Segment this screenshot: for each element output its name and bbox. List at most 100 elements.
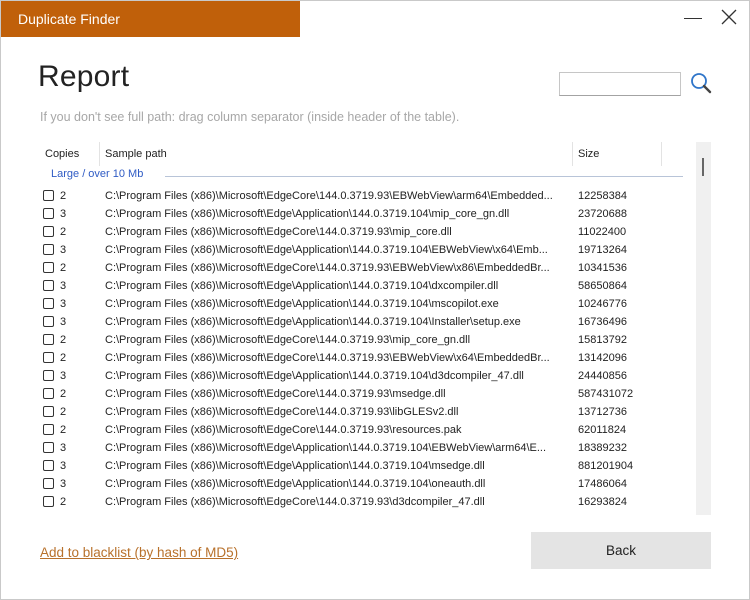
- row-checkbox[interactable]: [43, 208, 54, 219]
- table-row[interactable]: 3 C:\Program Files (x86)\Microsoft\Edge\A…: [40, 439, 700, 457]
- scrollbar-thumb[interactable]: [702, 158, 704, 176]
- row-path: C:\Program Files (x86)\Microsoft\EdgeCor…: [105, 334, 471, 346]
- table-header: Copies Sample path Size: [40, 142, 711, 167]
- page-title: Report: [38, 60, 130, 93]
- row-size: 24440856: [578, 370, 627, 382]
- table-row[interactable]: 3 C:\Program Files (x86)\Microsoft\Edge\A…: [40, 457, 700, 475]
- row-copies: 2: [60, 262, 67, 274]
- row-size: 58650864: [578, 280, 627, 292]
- table-row[interactable]: 3 C:\Program Files (x86)\Microsoft\Edge\A…: [40, 475, 700, 493]
- table-row[interactable]: 2 C:\Program Files (x86)\Microsoft\EdgeCo…: [40, 187, 700, 205]
- row-checkbox[interactable]: [43, 316, 54, 327]
- row-path: C:\Program Files (x86)\Microsoft\EdgeCor…: [105, 352, 550, 364]
- row-path: C:\Program Files (x86)\Microsoft\Edge\Ap…: [105, 244, 548, 256]
- row-path: C:\Program Files (x86)\Microsoft\Edge\Ap…: [105, 280, 499, 292]
- table-row[interactable]: 3 C:\Program Files (x86)\Microsoft\Edge\A…: [40, 277, 700, 295]
- table-row[interactable]: 2 C:\Program Files (x86)\Microsoft\EdgeCo…: [40, 493, 700, 511]
- title-bar: Duplicate Finder: [0, 0, 750, 37]
- table-row[interactable]: 3 C:\Program Files (x86)\Microsoft\Edge\A…: [40, 241, 700, 259]
- row-checkbox[interactable]: [43, 496, 54, 507]
- row-checkbox[interactable]: [43, 190, 54, 201]
- table-row[interactable]: 3 C:\Program Files (x86)\Microsoft\Edge\A…: [40, 367, 700, 385]
- row-size: 16293824: [578, 496, 627, 508]
- row-checkbox[interactable]: [43, 226, 54, 237]
- row-path: C:\Program Files (x86)\Microsoft\Edge\Ap…: [105, 442, 547, 454]
- column-header-copies[interactable]: Copies: [40, 142, 99, 166]
- row-copies: 2: [60, 334, 67, 346]
- table-row[interactable]: 2 C:\Program Files (x86)\Microsoft\EdgeCo…: [40, 259, 700, 277]
- row-copies: 3: [60, 478, 67, 490]
- row-size: 18389232: [578, 442, 627, 454]
- row-path: C:\Program Files (x86)\Microsoft\EdgeCor…: [105, 406, 459, 418]
- row-size: 13142096: [578, 352, 627, 364]
- row-copies: 2: [60, 352, 67, 364]
- row-path: C:\Program Files (x86)\Microsoft\EdgeCor…: [105, 496, 485, 508]
- row-path: C:\Program Files (x86)\Microsoft\Edge\Ap…: [105, 478, 486, 490]
- row-copies: 3: [60, 244, 67, 256]
- row-path: C:\Program Files (x86)\Microsoft\EdgeCor…: [105, 424, 462, 436]
- row-checkbox[interactable]: [43, 244, 54, 255]
- close-icon[interactable]: [720, 8, 742, 30]
- table-row[interactable]: 2 C:\Program Files (x86)\Microsoft\EdgeCo…: [40, 223, 700, 241]
- row-size: 587431072: [578, 388, 634, 400]
- row-size: 11022400: [578, 226, 627, 238]
- row-size: 10341536: [578, 262, 627, 274]
- table-row[interactable]: 3 C:\Program Files (x86)\Microsoft\Edge\A…: [40, 313, 700, 331]
- table-row[interactable]: 2 C:\Program Files (x86)\Microsoft\EdgeCo…: [40, 421, 700, 439]
- group-divider: [165, 176, 683, 177]
- row-copies: 3: [60, 460, 67, 472]
- row-copies: 3: [60, 298, 67, 310]
- row-checkbox[interactable]: [43, 298, 54, 309]
- row-path: C:\Program Files (x86)\Microsoft\EdgeCor…: [105, 226, 452, 238]
- row-checkbox[interactable]: [43, 478, 54, 489]
- row-size: 62011824: [578, 424, 627, 436]
- window-title: Duplicate Finder: [1, 1, 300, 37]
- group-label: Large / over 10 Mb: [51, 168, 144, 180]
- row-path: C:\Program Files (x86)\Microsoft\Edge\Ap…: [105, 460, 485, 472]
- column-header-sample-path[interactable]: Sample path: [99, 142, 572, 166]
- table-row[interactable]: 2 C:\Program Files (x86)\Microsoft\EdgeCo…: [40, 385, 700, 403]
- row-copies: 3: [60, 442, 67, 454]
- column-header-size[interactable]: Size: [572, 142, 662, 166]
- table-row[interactable]: 3 C:\Program Files (x86)\Microsoft\Edge\A…: [40, 205, 700, 223]
- row-size: 23720688: [578, 208, 627, 220]
- row-copies: 2: [60, 406, 67, 418]
- row-copies: 3: [60, 208, 67, 220]
- table-row[interactable]: 2 C:\Program Files (x86)\Microsoft\EdgeCo…: [40, 331, 700, 349]
- row-checkbox[interactable]: [43, 370, 54, 381]
- row-checkbox[interactable]: [43, 262, 54, 273]
- row-size: 17486064: [578, 478, 627, 490]
- table-rows: 2 C:\Program Files (x86)\Microsoft\EdgeCo…: [40, 187, 700, 511]
- table-scrollbar[interactable]: [696, 142, 711, 515]
- row-copies: 2: [60, 388, 67, 400]
- row-checkbox[interactable]: [43, 280, 54, 291]
- back-button[interactable]: Back: [531, 532, 711, 569]
- row-copies: 2: [60, 424, 67, 436]
- row-checkbox[interactable]: [43, 352, 54, 363]
- add-to-blacklist-link[interactable]: Add to blacklist (by hash of MD5): [40, 545, 238, 560]
- row-checkbox[interactable]: [43, 406, 54, 417]
- row-size: 13712736: [578, 406, 627, 418]
- search-icon[interactable]: [689, 71, 713, 95]
- row-checkbox[interactable]: [43, 442, 54, 453]
- table-row[interactable]: 2 C:\Program Files (x86)\Microsoft\EdgeCo…: [40, 403, 700, 421]
- minimize-icon[interactable]: [683, 8, 705, 30]
- row-copies: 2: [60, 496, 67, 508]
- row-size: 12258384: [578, 190, 627, 202]
- row-checkbox[interactable]: [43, 388, 54, 399]
- row-checkbox[interactable]: [43, 460, 54, 471]
- table-row[interactable]: 3 C:\Program Files (x86)\Microsoft\Edge\A…: [40, 295, 700, 313]
- row-size: 16736496: [578, 316, 627, 328]
- report-table: Copies Sample path Size Large / over 10 …: [40, 142, 711, 515]
- row-path: C:\Program Files (x86)\Microsoft\Edge\Ap…: [105, 298, 499, 310]
- row-size: 881201904: [578, 460, 634, 472]
- row-path: C:\Program Files (x86)\Microsoft\EdgeCor…: [105, 262, 550, 274]
- row-path: C:\Program Files (x86)\Microsoft\Edge\Ap…: [105, 370, 524, 382]
- hint-text: If you don't see full path: drag column …: [40, 110, 460, 124]
- table-row[interactable]: 2 C:\Program Files (x86)\Microsoft\EdgeCo…: [40, 349, 700, 367]
- search-input[interactable]: [559, 72, 681, 96]
- row-path: C:\Program Files (x86)\Microsoft\EdgeCor…: [105, 190, 553, 202]
- row-checkbox[interactable]: [43, 424, 54, 435]
- row-path: C:\Program Files (x86)\Microsoft\EdgeCor…: [105, 388, 446, 400]
- row-checkbox[interactable]: [43, 334, 54, 345]
